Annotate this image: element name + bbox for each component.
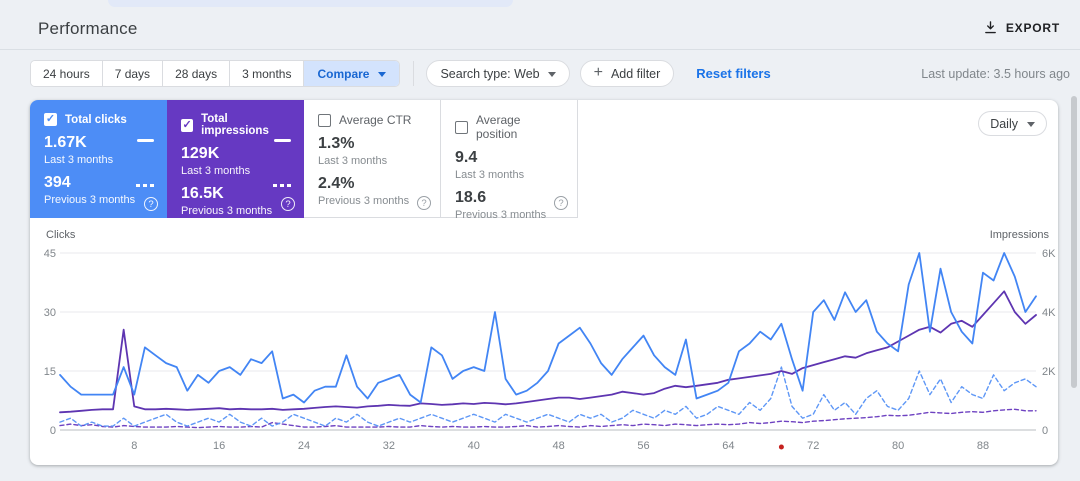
tile-label: Average CTR (339, 113, 412, 127)
range-3-months-button[interactable]: 3 months (230, 61, 305, 86)
svg-text:40: 40 (468, 440, 480, 452)
search-type-label: Search type: Web (440, 66, 540, 81)
add-filter-label: Add filter (610, 66, 661, 81)
dashed-line-legend-icon (273, 184, 291, 187)
svg-text:64: 64 (722, 440, 734, 452)
previous-caption: Previous 3 months (181, 205, 273, 217)
tile-average-position[interactable]: Average position 9.4 Last 3 months 18.6 … (441, 100, 578, 221)
chevron-down-icon (547, 71, 556, 81)
help-icon[interactable]: ? (281, 197, 295, 211)
help-icon[interactable]: ? (554, 196, 568, 210)
svg-text:6K: 6K (1042, 248, 1056, 260)
chevron-down-icon (378, 71, 387, 81)
svg-text:4K: 4K (1042, 307, 1056, 319)
previous-caption: Previous 3 months (318, 195, 410, 207)
current-caption: Last 3 months (318, 155, 388, 167)
date-range-control: 24 hours 7 days 28 days 3 months Compare (30, 60, 401, 87)
svg-text:8: 8 (131, 440, 137, 452)
tile-label: Total impressions (201, 113, 269, 137)
red-dot-marker (778, 444, 784, 450)
export-button[interactable]: EXPORT (983, 20, 1060, 35)
previous-value: 16.5K (181, 185, 224, 202)
current-value: 1.3% (318, 135, 355, 152)
tile-label: Average position (475, 113, 521, 141)
vertical-scrollbar-thumb[interactable] (1071, 96, 1077, 388)
performance-card: ✓ Total clicks 1.67K Last 3 months 394 P… (30, 100, 1058, 465)
tile-total-clicks[interactable]: ✓ Total clicks 1.67K Last 3 months 394 P… (30, 100, 167, 218)
svg-text:24: 24 (298, 440, 310, 452)
range-28-days-button[interactable]: 28 days (163, 61, 231, 86)
svg-text:88: 88 (977, 440, 989, 452)
download-icon (984, 21, 996, 34)
svg-text:32: 32 (383, 440, 395, 452)
tile-label: Total clicks (65, 113, 127, 126)
svg-text:72: 72 (807, 440, 819, 452)
previous-caption: Previous 3 months (44, 194, 136, 206)
tile-average-ctr[interactable]: Average CTR 1.3% Last 3 months 2.4% Prev… (304, 100, 441, 218)
last-update-text: Last update: 3.5 hours ago (921, 66, 1070, 81)
svg-text:0: 0 (50, 425, 56, 437)
performance-chart: Clicks 0 15 30 45 Impressions 0 2K 4K 6K 8 16 24 32 40… (30, 218, 1058, 465)
svg-text:30: 30 (44, 307, 56, 319)
checkbox-unchecked-icon[interactable] (318, 113, 331, 127)
checkbox-unchecked-icon[interactable] (455, 120, 468, 134)
help-icon[interactable]: ? (417, 196, 431, 210)
previous-value: 394 (44, 174, 71, 191)
filter-bar: 24 hours 7 days 28 days 3 months Compare… (30, 60, 1070, 87)
metric-tiles: ✓ Total clicks 1.67K Last 3 months 394 P… (30, 100, 578, 221)
current-value: 129K (181, 145, 220, 162)
svg-text:56: 56 (637, 440, 649, 452)
svg-text:15: 15 (44, 366, 56, 378)
current-value: 9.4 (455, 149, 478, 166)
search-bar-remnant (108, 0, 513, 7)
help-icon[interactable]: ? (144, 197, 158, 211)
checkbox-checked-icon[interactable]: ✓ (44, 113, 57, 126)
svg-text:45: 45 (44, 248, 56, 260)
svg-text:2K: 2K (1042, 366, 1056, 378)
svg-text:Impressions: Impressions (990, 229, 1050, 241)
plus-icon: + (593, 63, 603, 81)
chart-canvas: Clicks 0 15 30 45 Impressions 0 2K 4K 6K 8 16 24 32 40… (44, 229, 1056, 452)
svg-text:Clicks: Clicks (46, 229, 76, 241)
current-caption: Last 3 months (44, 154, 114, 166)
svg-text:80: 80 (892, 440, 904, 452)
compare-label: Compare (317, 66, 370, 81)
reset-filters-link[interactable]: Reset filters (696, 66, 770, 81)
search-type-filter[interactable]: Search type: Web (426, 60, 570, 87)
granularity-dropdown[interactable]: Daily (978, 111, 1047, 136)
tile-total-impressions[interactable]: ✓ Total impressions 129K Last 3 months 1… (167, 100, 304, 218)
current-caption: Last 3 months (455, 169, 525, 181)
filter-separator (413, 61, 415, 86)
granularity-label: Daily (990, 116, 1018, 131)
header-divider (0, 49, 1080, 50)
solid-line-legend-icon (274, 139, 291, 142)
current-value: 1.67K (44, 134, 87, 151)
export-label: EXPORT (1005, 20, 1060, 35)
page-title: Performance (38, 19, 138, 38)
solid-line-legend-icon (137, 139, 154, 142)
svg-text:0: 0 (1042, 425, 1048, 437)
add-filter-button[interactable]: + Add filter (579, 60, 675, 87)
range-24-hours-button[interactable]: 24 hours (31, 61, 103, 86)
checkbox-checked-icon[interactable]: ✓ (181, 118, 194, 132)
svg-text:16: 16 (213, 440, 225, 452)
previous-value: 18.6 (455, 189, 487, 206)
compare-button[interactable]: Compare (304, 61, 400, 86)
range-7-days-button[interactable]: 7 days (102, 61, 164, 86)
svg-text:48: 48 (552, 440, 564, 452)
current-caption: Last 3 months (181, 165, 251, 177)
previous-value: 2.4% (318, 175, 355, 192)
chevron-down-icon (1027, 121, 1035, 131)
dashed-line-legend-icon (136, 184, 154, 187)
